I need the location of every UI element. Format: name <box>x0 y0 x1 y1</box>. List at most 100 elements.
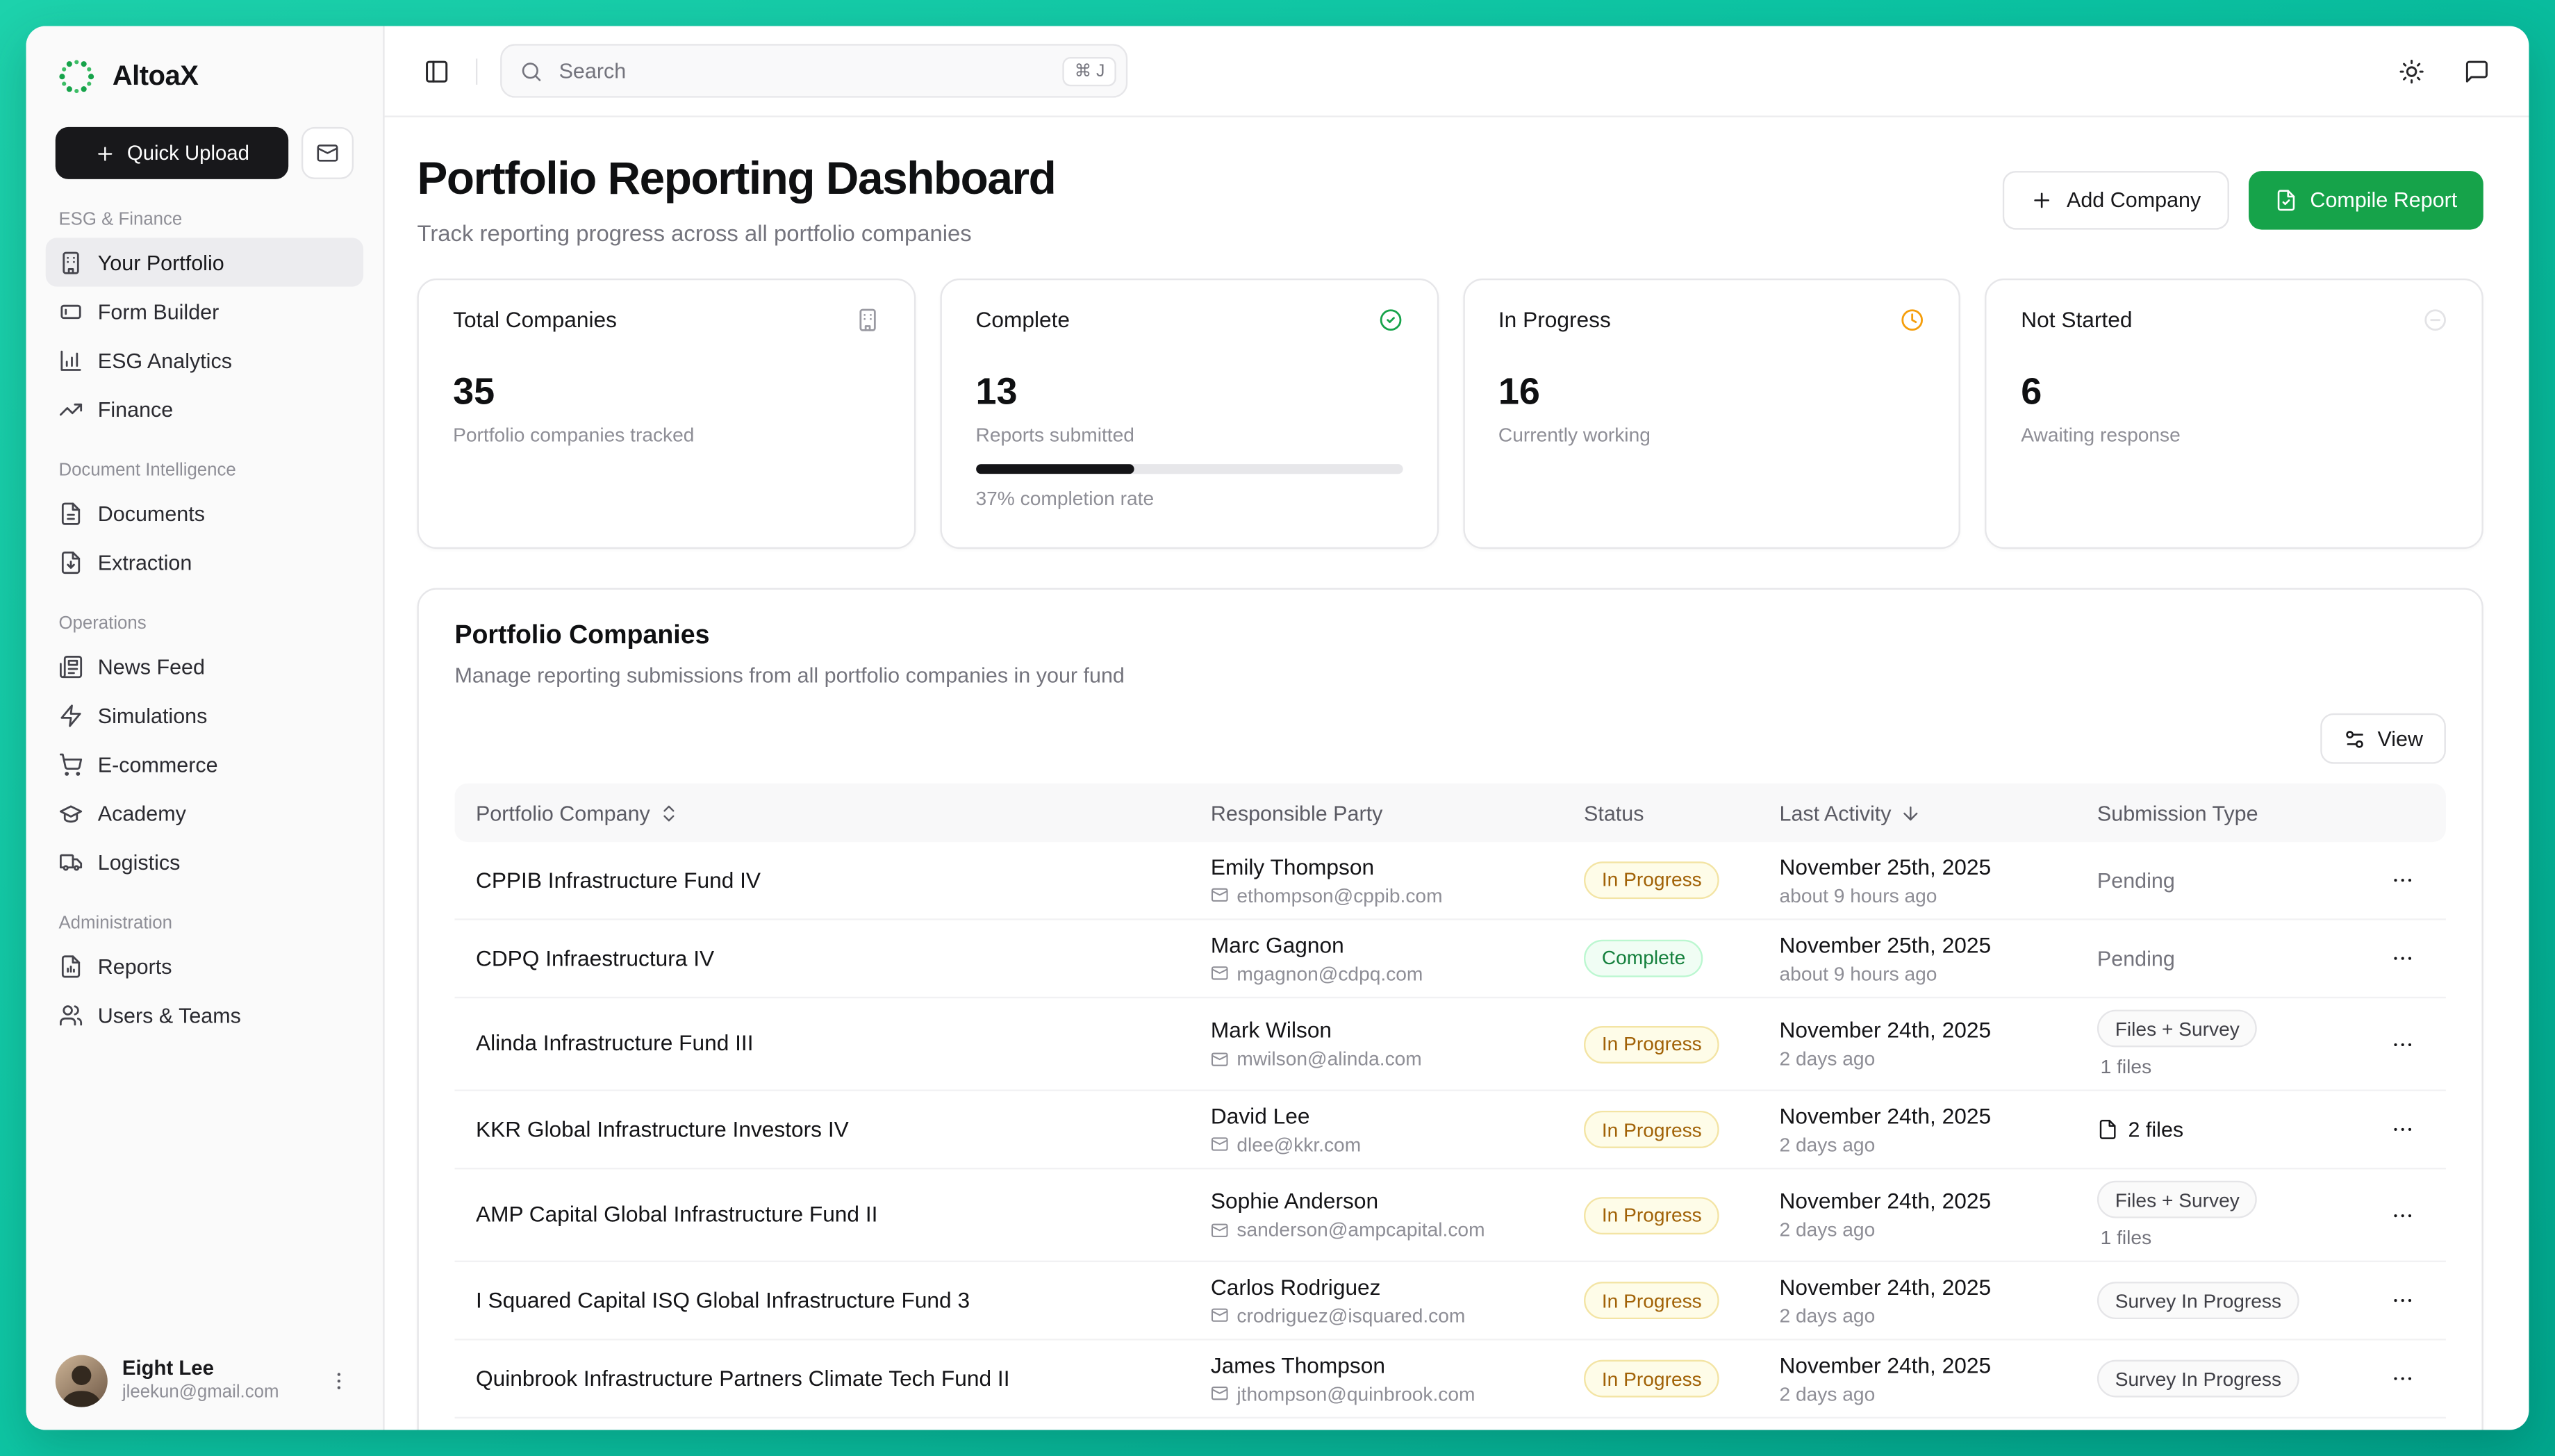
column-header-company[interactable]: Portfolio Company <box>454 800 1194 825</box>
section-label: Document Intelligence <box>46 461 363 480</box>
section-label: Operations <box>46 614 363 634</box>
column-header-party: Responsible Party <box>1194 800 1567 825</box>
company-name: KKR Global Infrastructure Investors IV <box>476 1117 849 1141</box>
stat-value: 35 <box>453 370 879 413</box>
stat-caption: Reports submitted <box>975 424 1402 447</box>
table-row[interactable]: I Squared Capital ISQ Global Infrastruct… <box>454 1263 2445 1341</box>
mail-icon <box>1211 1136 1229 1154</box>
table-row[interactable]: AMP Capital Global Infrastructure Fund I… <box>454 1170 2445 1263</box>
sidebar-toggle-button[interactable] <box>420 55 453 88</box>
sidebar: AltoaX Quick Upload ESG & Finance Your P… <box>26 26 385 1430</box>
activity-date: November 25th, 2025 <box>1780 854 2065 879</box>
view-label: View <box>2377 727 2423 751</box>
add-company-label: Add Company <box>2067 188 2201 212</box>
settings-sliders-icon <box>2343 727 2366 750</box>
sort-arrow-down-icon <box>1899 802 1920 823</box>
status-badge: In Progress <box>1584 1025 1720 1063</box>
sidebar-item-label: Simulations <box>98 703 208 727</box>
file-check-icon <box>2274 188 2297 211</box>
search-icon <box>520 60 543 83</box>
stat-title: Complete <box>975 308 1070 332</box>
search-input[interactable] <box>556 57 1050 85</box>
graduation-cap-icon <box>58 800 83 825</box>
stat-title: In Progress <box>1498 308 1611 332</box>
message-square-icon <box>2464 58 2490 84</box>
more-vertical-icon <box>327 1370 350 1393</box>
user-avatar <box>56 1355 108 1407</box>
ellipsis-icon <box>2390 1289 2415 1313</box>
sidebar-section-document-intelligence: Document Intelligence Documents Extracti… <box>46 461 363 586</box>
responsible-name: James Thompson <box>1211 1353 1551 1378</box>
sidebar-item-form-builder[interactable]: Form Builder <box>46 287 363 336</box>
search-box[interactable]: ⌘ J <box>500 44 1127 97</box>
sidebar-item-your-portfolio[interactable]: Your Portfolio <box>46 238 363 286</box>
inbox-mail-button[interactable] <box>301 127 354 179</box>
logo-row: AltoaX <box>46 49 363 104</box>
responsible-name: David Lee <box>1211 1104 1551 1128</box>
page-content: Portfolio Reporting Dashboard Track repo… <box>385 117 2529 1430</box>
table-row[interactable]: KKR Global Infrastructure Investors IV D… <box>454 1091 2445 1170</box>
responsible-email: mgagnon@cdpq.com <box>1211 961 1551 984</box>
quick-upload-button[interactable]: Quick Upload <box>56 127 288 179</box>
responsible-name: Carlos Rodriguez <box>1211 1275 1551 1299</box>
sidebar-item-academy[interactable]: Academy <box>46 788 363 837</box>
compile-report-button[interactable]: Compile Report <box>2248 170 2483 229</box>
company-name: AMP Capital Global Infrastructure Fund I… <box>476 1202 878 1227</box>
submission-type: Pending <box>2097 945 2175 970</box>
bar-chart-icon <box>58 348 83 372</box>
sidebar-item-esg-analytics[interactable]: ESG Analytics <box>46 336 363 384</box>
table-row[interactable]: Alinda Infrastructure Fund III Mark Wils… <box>454 998 2445 1091</box>
sidebar-item-finance[interactable]: Finance <box>46 384 363 433</box>
ellipsis-icon <box>2390 1032 2415 1056</box>
row-actions-button[interactable] <box>2386 1362 2420 1396</box>
sidebar-item-label: Documents <box>98 501 205 525</box>
sidebar-item-documents[interactable]: Documents <box>46 488 363 537</box>
add-company-button[interactable]: Add Company <box>2003 170 2229 229</box>
sidebar-item-extraction[interactable]: Extraction <box>46 538 363 586</box>
sidebar-item-logistics[interactable]: Logistics <box>46 837 363 886</box>
company-name: Quinbrook Infrastructure Partners Climat… <box>476 1366 1010 1391</box>
row-actions-button[interactable] <box>2386 941 2420 975</box>
completion-progress-fill <box>975 464 1133 474</box>
column-header-activity[interactable]: Last Activity <box>1763 800 2081 825</box>
completion-rate-label: 37% completion rate <box>975 487 1402 510</box>
file-icon <box>2097 1119 2118 1140</box>
activity-relative: 2 days ago <box>1780 1305 2065 1327</box>
submission-type-badge: Survey In Progress <box>2097 1360 2299 1398</box>
completion-progress-track <box>975 464 1402 474</box>
truck-icon <box>58 850 83 874</box>
table-row[interactable]: CPPIB Infrastructure Fund IV Emily Thomp… <box>454 842 2445 920</box>
table-row[interactable]: CDPQ Infraestructura IV Marc Gagnon mgag… <box>454 920 2445 999</box>
stat-card-not-started: Not Started 6 Awaiting response <box>1985 279 2483 549</box>
building-icon <box>58 250 83 274</box>
sidebar-item-news-feed[interactable]: News Feed <box>46 642 363 690</box>
user-menu-button[interactable] <box>324 1366 354 1396</box>
clock-icon <box>1901 308 1925 332</box>
users-icon <box>58 1002 83 1027</box>
stat-caption: Portfolio companies tracked <box>453 424 879 447</box>
sidebar-item-users-teams[interactable]: Users & Teams <box>46 990 363 1039</box>
activity-date: November 24th, 2025 <box>1780 1189 2065 1214</box>
user-account-row[interactable]: Eight Lee jleekun@gmail.com <box>46 1348 363 1410</box>
feedback-chat-button[interactable] <box>2461 55 2493 88</box>
row-actions-button[interactable] <box>2386 1027 2420 1061</box>
row-actions-button[interactable] <box>2386 1198 2420 1232</box>
row-actions-button[interactable] <box>2386 1284 2420 1318</box>
company-name: Alinda Infrastructure Fund III <box>476 1031 754 1055</box>
theme-toggle-button[interactable] <box>2395 55 2428 88</box>
row-actions-button[interactable] <box>2386 863 2420 897</box>
table-row[interactable]: Quinbrook Infrastructure Partners Climat… <box>454 1341 2445 1419</box>
company-name: CDPQ Infraestructura IV <box>476 945 714 970</box>
mail-icon <box>1211 1307 1229 1325</box>
sidebar-item-simulations[interactable]: Simulations <box>46 690 363 739</box>
ellipsis-icon <box>2390 1118 2415 1142</box>
table-row[interactable]: Copenhagen Infrastructure Partners VI La… <box>454 1419 2445 1430</box>
sidebar-item-ecommerce[interactable]: E-commerce <box>46 739 363 788</box>
row-actions-button[interactable] <box>2386 1113 2420 1147</box>
view-options-button[interactable]: View <box>2320 713 2446 764</box>
status-badge: In Progress <box>1584 1111 1720 1148</box>
status-badge: In Progress <box>1584 861 1720 899</box>
company-name: I Squared Capital ISQ Global Infrastruct… <box>476 1288 970 1312</box>
sidebar-item-reports[interactable]: Reports <box>46 941 363 990</box>
file-text-icon <box>58 501 83 525</box>
